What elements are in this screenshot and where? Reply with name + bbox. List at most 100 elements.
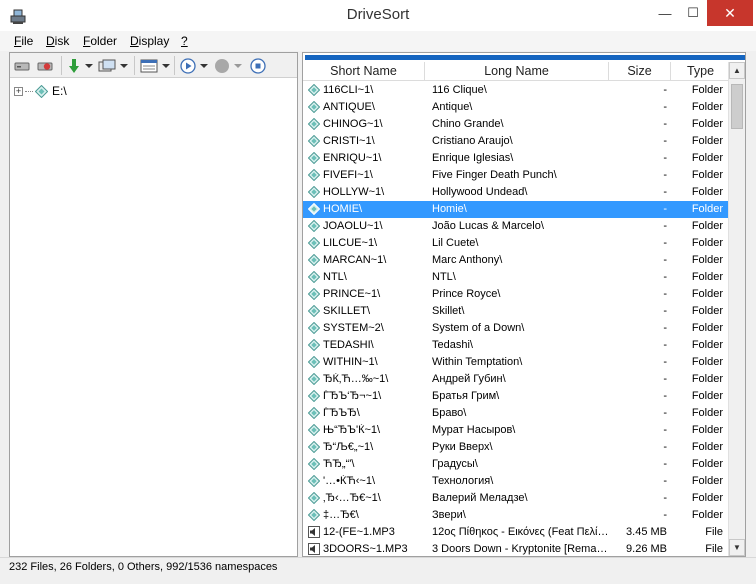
menu-display-label: isplay bbox=[138, 34, 170, 48]
column-short-name[interactable]: Short Name bbox=[303, 62, 425, 81]
table-row[interactable]: NTL\ NTL\ - Folder bbox=[303, 269, 730, 286]
table-row[interactable]: ЂЌ‚Ћ…‰~1\ Андрей Губин\ - Folder bbox=[303, 371, 730, 388]
chevron-down-icon[interactable] bbox=[85, 63, 93, 68]
table-row[interactable]: PRINCE~1\ Prince Royce\ - Folder bbox=[303, 286, 730, 303]
type-cell: Folder bbox=[691, 203, 723, 215]
folder-icon bbox=[308, 322, 320, 334]
table-row[interactable]: ЃЂЪЂ\ Браво\ - Folder bbox=[303, 405, 730, 422]
short-name-cell: Њ“ЂЪ'Ќ~1\ bbox=[323, 424, 381, 436]
table-row[interactable]: ЃЂЪ‘Ђ¬~1\ Братья Грим\ - Folder bbox=[303, 388, 730, 405]
menu-display[interactable]: Display bbox=[130, 34, 169, 48]
table-row[interactable]: SYSTEM~2\ System of a Down\ - Folder bbox=[303, 320, 730, 337]
folder-icon bbox=[308, 237, 320, 249]
table-row[interactable]: 3DOORS~1.MP3 3 Doors Down - Kryptonite [R… bbox=[303, 541, 730, 556]
folder-icon bbox=[308, 339, 320, 351]
table-row[interactable]: Ђ“Љ€„~1\ Руки Вверх\ - Folder bbox=[303, 439, 730, 456]
short-name-cell: ENRIQU~1\ bbox=[323, 152, 382, 164]
folder-icon bbox=[308, 373, 320, 385]
table-row[interactable]: JOAOLU~1\ João Lucas & Marcelo\ - Folder bbox=[303, 218, 730, 235]
status-text: 232 Files, 26 Folders, 0 Others, 992/153… bbox=[9, 561, 278, 573]
type-cell: Folder bbox=[691, 424, 723, 436]
display-mode-button[interactable] bbox=[140, 57, 170, 74]
minimize-button[interactable]: — bbox=[651, 0, 679, 26]
short-name-cell: ЃЂЪ‘Ђ¬~1\ bbox=[323, 390, 382, 402]
long-name-cell: Cristiano Araujo\ bbox=[432, 135, 513, 147]
table-row[interactable]: 12-(FE~1.MP3 12ος Πίθηκος - Εικόνες (Feat… bbox=[303, 524, 730, 541]
table-row[interactable]: ENRIQU~1\ Enrique Iglesias\ - Folder bbox=[303, 150, 730, 167]
audio-file-icon bbox=[308, 526, 320, 538]
table-row[interactable]: ‚Ђ‹…Ђ€~1\ Валерий Меладзе\ - Folder bbox=[303, 490, 730, 507]
table-row[interactable]: 116CLI~1\ 116 Clique\ - Folder bbox=[303, 82, 730, 99]
scroll-up-button[interactable]: ▲ bbox=[729, 62, 745, 79]
menu-file[interactable]: File bbox=[14, 34, 33, 48]
table-row[interactable]: LILCUE~1\ Lil Cuete\ - Folder bbox=[303, 235, 730, 252]
toolbar-separator bbox=[174, 56, 175, 75]
column-size[interactable]: Size bbox=[609, 62, 671, 81]
short-name-cell: Ђ“Љ€„~1\ bbox=[323, 441, 374, 453]
long-name-cell: Skillet\ bbox=[432, 305, 465, 317]
chevron-down-icon[interactable] bbox=[162, 63, 170, 68]
table-row[interactable]: '…•ЌЋ‹~1\ Технология\ - Folder bbox=[303, 473, 730, 490]
table-row[interactable]: HOLLYW~1\ Hollywood Undead\ - Folder bbox=[303, 184, 730, 201]
sort-down-button[interactable] bbox=[67, 57, 93, 74]
maximize-button[interactable]: ☐ bbox=[679, 0, 707, 26]
stop-button[interactable] bbox=[250, 57, 266, 74]
menu-disk[interactable]: Disk bbox=[46, 34, 69, 48]
table-row[interactable]: ЋЂ„“'\ Градусы\ - Folder bbox=[303, 456, 730, 473]
scroll-thumb[interactable] bbox=[731, 84, 743, 129]
folder-icon bbox=[308, 135, 320, 147]
menu-folder[interactable]: Folder bbox=[83, 34, 117, 48]
folder-view-button[interactable] bbox=[98, 57, 128, 74]
chevron-down-icon[interactable] bbox=[200, 63, 208, 68]
folder-icon bbox=[308, 220, 320, 232]
table-row[interactable]: FIVEFI~1\ Five Finger Death Punch\ - Folder bbox=[303, 167, 730, 184]
long-name-cell: Marc Anthony\ bbox=[432, 254, 503, 266]
column-long-name[interactable]: Long Name bbox=[425, 62, 609, 81]
folder-icon bbox=[308, 356, 320, 368]
table-row[interactable]: WITHIN~1\ Within Temptation\ - Folder bbox=[303, 354, 730, 371]
size-cell: - bbox=[663, 407, 667, 419]
folder-icon bbox=[308, 390, 320, 402]
size-cell: - bbox=[663, 186, 667, 198]
table-row[interactable]: MARCAN~1\ Marc Anthony\ - Folder bbox=[303, 252, 730, 269]
table-row[interactable]: CRISTI~1\ Cristiano Araujo\ - Folder bbox=[303, 133, 730, 150]
scroll-down-button[interactable]: ▼ bbox=[729, 539, 745, 556]
short-name-cell: ЃЂЪЂ\ bbox=[323, 407, 360, 419]
type-cell: File bbox=[705, 543, 723, 555]
table-row[interactable]: CHINOG~1\ Chino Grande\ - Folder bbox=[303, 116, 730, 133]
type-cell: Folder bbox=[691, 254, 723, 266]
vertical-scrollbar[interactable]: ▲ ▼ bbox=[728, 62, 745, 556]
close-button[interactable]: ✕ bbox=[707, 0, 753, 26]
short-name-cell: SKILLET\ bbox=[323, 305, 371, 317]
table-row[interactable]: SKILLET\ Skillet\ - Folder bbox=[303, 303, 730, 320]
table-row[interactable]: ‡…Ђ€\ Звери\ - Folder bbox=[303, 507, 730, 524]
menu-help[interactable]: ? bbox=[181, 34, 188, 48]
short-name-cell: ЋЂ„“'\ bbox=[323, 458, 355, 470]
long-name-cell: Валерий Меладзе\ bbox=[432, 492, 528, 504]
table-row[interactable]: Њ“ЂЪ'Ќ~1\ Мурат Насыров\ - Folder bbox=[303, 422, 730, 439]
size-cell: - bbox=[663, 118, 667, 130]
record-button[interactable] bbox=[214, 57, 242, 74]
window-title: DriveSort bbox=[346, 6, 410, 23]
tree-item-root[interactable]: + E:\ bbox=[14, 83, 67, 99]
chevron-down-icon[interactable] bbox=[234, 63, 242, 68]
eject-drive-button[interactable] bbox=[37, 57, 53, 74]
size-cell: 9.26 MB bbox=[626, 543, 667, 555]
table-row[interactable]: HOMIE\ Homie\ - Folder bbox=[303, 201, 730, 218]
size-cell: - bbox=[663, 492, 667, 504]
tree-expander[interactable]: + bbox=[14, 86, 23, 96]
short-name-cell: 12-(FE~1.MP3 bbox=[323, 526, 395, 538]
long-name-cell: Браво\ bbox=[432, 407, 467, 419]
stop-icon bbox=[250, 57, 266, 74]
long-name-cell: Five Finger Death Punch\ bbox=[432, 169, 557, 181]
table-row[interactable]: ANTIQUE\ Antique\ - Folder bbox=[303, 99, 730, 116]
short-name-cell: FIVEFI~1\ bbox=[323, 169, 373, 181]
table-row[interactable]: TEDASHI\ Tedashi\ - Folder bbox=[303, 337, 730, 354]
long-name-cell: Hollywood Undead\ bbox=[432, 186, 528, 198]
column-type[interactable]: Type bbox=[671, 62, 730, 81]
menu-folder-label: older bbox=[90, 34, 118, 48]
drive-button[interactable] bbox=[14, 57, 30, 74]
folder-icon bbox=[308, 407, 320, 419]
chevron-down-icon[interactable] bbox=[120, 63, 128, 68]
play-button[interactable] bbox=[180, 57, 208, 74]
